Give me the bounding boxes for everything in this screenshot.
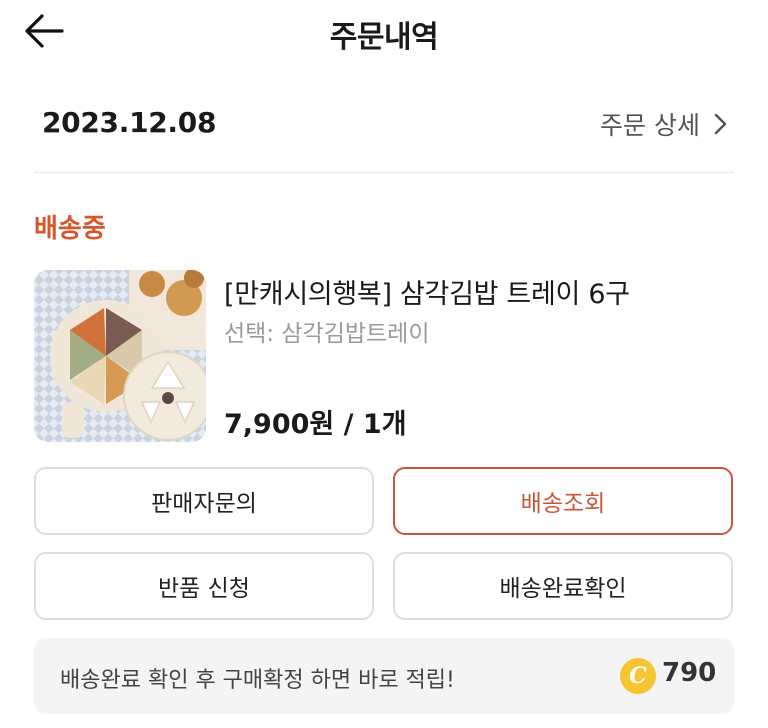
order-date-row: 2023.12.08 주문 상세 — [34, 100, 734, 152]
divider — [34, 172, 734, 173]
order-date: 2023.12.08 — [42, 106, 217, 139]
product-option: 선택: 삼각김밥트레이 — [224, 321, 430, 347]
track-shipping-button[interactable]: 배송조회 — [393, 467, 733, 535]
seller-inquiry-button[interactable]: 판매자문의 — [34, 467, 374, 535]
product-thumbnail[interactable] — [34, 270, 206, 442]
page-title: 주문내역 — [329, 20, 439, 55]
order-detail-link[interactable]: 주문 상세 — [600, 106, 728, 142]
return-request-button[interactable]: 반품 신청 — [34, 552, 374, 620]
chevron-right-icon — [714, 113, 727, 135]
product-image — [34, 270, 206, 442]
product-price: 7,900원 / 1개 — [224, 409, 407, 440]
coin-icon: C — [620, 658, 656, 694]
reward-banner: 배송완료 확인 후 구매확정 하면 바로 적립! C 790 — [34, 638, 734, 714]
confirm-delivery-button[interactable]: 배송완료확인 — [393, 552, 733, 620]
header: 주문내역 — [0, 0, 768, 64]
reward-points: 790 — [662, 658, 717, 688]
reward-message: 배송완료 확인 후 구매확정 하면 바로 적립! — [60, 668, 455, 693]
shipping-status: 배송중 — [34, 214, 106, 244]
product-name[interactable]: [만캐시의행복] 삼각김밥 트레이 6구 — [224, 272, 630, 311]
order-detail-label: 주문 상세 — [600, 111, 700, 140]
